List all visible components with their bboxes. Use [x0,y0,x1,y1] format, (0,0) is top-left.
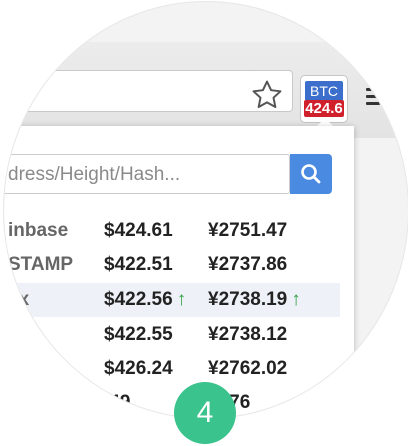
usd-price-text: $422.56 [104,289,173,310]
price-row[interactable]: ex $422.56 ↑ ¥2738.19 ↑ [4,283,340,317]
cny-price-text: ¥2737.86 [208,254,288,275]
menu-icon[interactable] [366,84,380,110]
usd-price-text: .49 [104,392,131,413]
usd-price-text: $426.24 [104,358,173,379]
cny-price-text: ¥2762.02 [208,358,288,379]
usd-price: $422.55 [104,318,173,352]
usd-price: .49 [104,386,130,418]
cny-price: ¥2737.86 [208,248,287,282]
search-icon [301,164,321,184]
exchange-name: ex [8,289,30,310]
search-input[interactable]: dress/Height/Hash... [4,154,290,194]
up-arrow-icon: ↑ [291,289,301,310]
step-number-badge: 4 [174,382,236,444]
cny-price-text: ¥2738.19 [208,289,288,310]
extension-popup: dress/Height/Hash... inbase $424.61 ¥2751.… [4,126,354,418]
cny-price: ¥2738.19 ↑ [208,283,301,317]
price-row[interactable]: inbase $424.61 ¥2751.47 [4,214,340,248]
price-row[interactable]: STAMP $422.51 ¥2737.86 [4,248,340,282]
usd-price: $424.61 [104,214,173,248]
price-row[interactable]: .49¥276 [4,386,340,418]
exchange-name: inbase [8,220,69,241]
usd-price-text: $422.55 [104,324,173,345]
usd-price: $422.56 ↑ [104,283,186,317]
magnified-view: BTC 424.6 dress/Height/Hash... inbase $42… [4,2,408,418]
usd-price: $422.51 [104,248,173,282]
price-row[interactable]: $426.24 ¥2762.02 [4,352,340,386]
cny-price: ¥2762.02 [208,352,287,386]
price-row[interactable]: $422.55 ¥2738.12 [4,318,340,352]
exchange-name: STAMP [8,254,74,275]
up-arrow-icon: ↑ [176,289,187,310]
btc-extension-button[interactable]: BTC 424.6 [300,75,348,123]
usd-price-text: $422.51 [104,254,173,275]
cny-price: ¥2738.12 [208,318,287,352]
btc-price-badge: 424.6 [304,100,344,117]
cny-price-text: ¥2751.47 [208,220,288,241]
cny-price: ¥2751.47 [208,214,287,248]
search-button[interactable] [290,154,332,194]
usd-price: $426.24 [104,352,173,386]
btc-label: BTC [305,81,343,101]
cny-price-text: ¥2738.12 [208,324,288,345]
bookmark-star-icon[interactable] [250,78,284,112]
usd-price-text: $424.61 [104,220,173,241]
